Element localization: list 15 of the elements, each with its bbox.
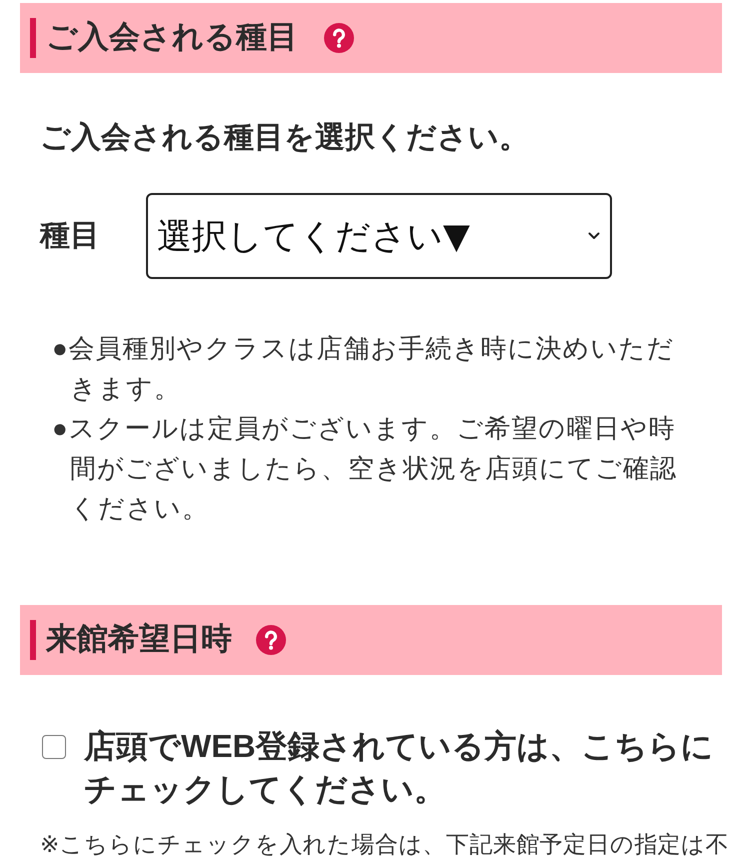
section-title: 来館希望日時 — [46, 621, 232, 659]
help-icon[interactable] — [324, 23, 354, 53]
footnote-text: ※こちらにチェックを入れた場合は、下記来館予定日の指定は不 — [40, 833, 730, 857]
checkbox[interactable] — [42, 735, 66, 759]
checkbox-label[interactable]: 店頭でWEB登録されている方は、こちらにチェックしてください。 — [84, 725, 724, 811]
note-text: ●スクールは定員がございます。ご希望の曜日や時間がございましたら、空き状況を店頭にてご確認ください。 — [52, 412, 677, 525]
accent-bar — [30, 18, 36, 58]
instruction-text: ご入会される種目を選択ください。 — [40, 119, 530, 157]
note-text: ●会員種別やクラスは店舗お手続き時に決めいただきます。 — [52, 332, 676, 405]
field-label: 種目 — [40, 217, 101, 255]
accent-bar — [30, 620, 36, 660]
chevron-down-icon — [588, 232, 600, 240]
section-title: ご入会される種目 — [46, 19, 298, 57]
help-icon[interactable] — [256, 625, 286, 655]
category-dropdown[interactable]: 選択してください▼ — [146, 193, 612, 279]
